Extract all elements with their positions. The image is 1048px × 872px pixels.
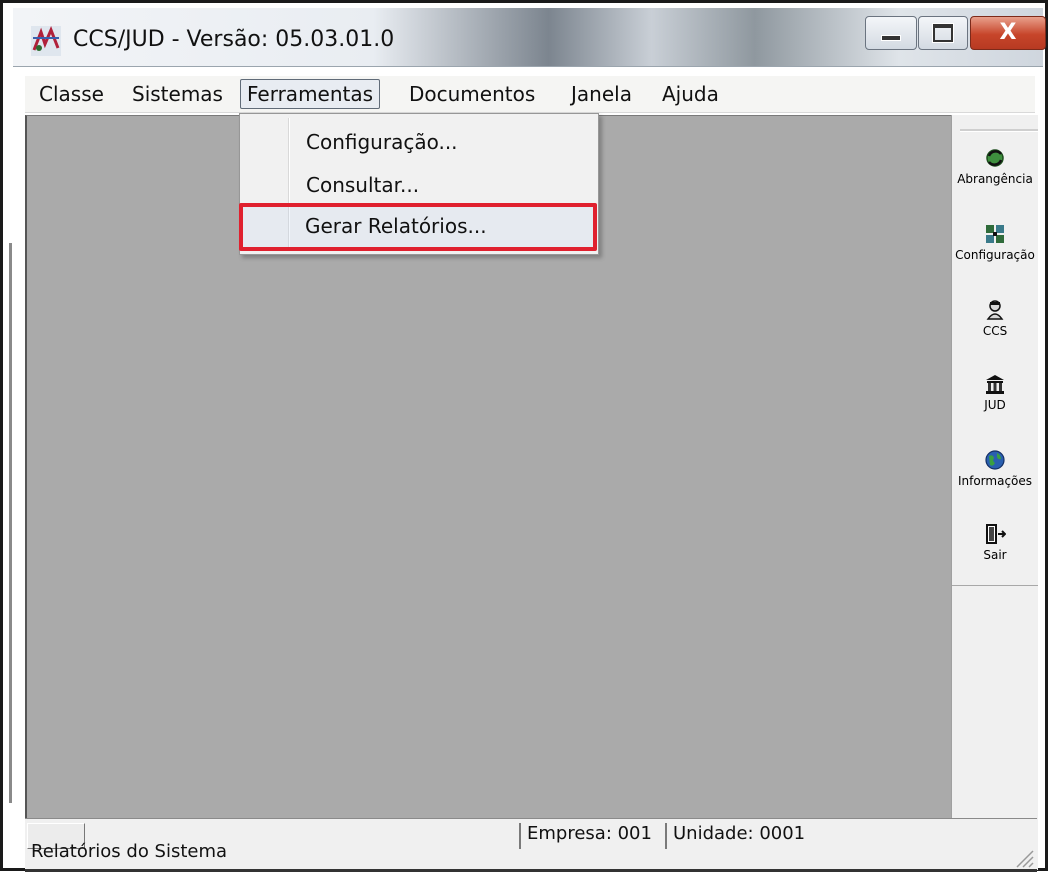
courthouse-icon	[986, 375, 1004, 394]
menu-ferramentas[interactable]: Ferramentas	[240, 79, 381, 109]
side-toolbar: Abrangência Configuração CCS JUD Informa…	[951, 115, 1038, 870]
window-title: CCS/JUD - Versão: 05.03.01.0	[73, 27, 395, 52]
resize-grip-icon[interactable]	[1015, 849, 1035, 869]
close-button[interactable]: X	[970, 16, 1046, 50]
maximize-icon	[933, 24, 953, 42]
toolbar-configuracao[interactable]: Configuração	[952, 223, 1038, 262]
toolbar-jud-label: JUD	[984, 398, 1006, 412]
exit-door-icon	[986, 524, 1006, 544]
toolbar-divider	[960, 129, 1038, 132]
toolbar-ccs[interactable]: CCS	[952, 299, 1038, 338]
menu-sistemas[interactable]: Sistemas	[132, 80, 223, 108]
left-border	[9, 243, 12, 803]
toolbar-abrangencia[interactable]: Abrangência	[952, 147, 1038, 186]
close-icon: X	[999, 20, 1017, 45]
menuitem-consultar[interactable]: Consultar...	[306, 173, 419, 197]
menuitem-configuracao[interactable]: Configuração...	[306, 130, 458, 154]
toolbar-sair-label: Sair	[983, 548, 1007, 562]
status-message: Relatórios do Sistema	[31, 841, 228, 862]
status-bar: Relatórios do Sistema Empresa: 001 Unida…	[25, 818, 1037, 871]
toolbar-ccs-label: CCS	[982, 324, 1008, 338]
menu-classe[interactable]: Classe	[39, 80, 104, 108]
title-bar[interactable]: CCS/JUD - Versão: 05.03.01.0 X	[13, 8, 1046, 67]
status-empresa: Empresa: 001	[519, 823, 652, 849]
app-icon	[31, 26, 61, 56]
menu-janela[interactable]: Janela	[571, 80, 632, 108]
menuitem-gerar-relatorios[interactable]: Gerar Relatórios...	[305, 214, 487, 238]
toolbar-informacoes[interactable]: Informações	[952, 449, 1038, 488]
status-unidade: Unidade: 0001	[665, 823, 805, 849]
menu-bar: Classe Sistemas Ferramentas Documentos J…	[25, 76, 1035, 113]
toolbar-sair[interactable]: Sair	[952, 523, 1038, 562]
menu-documentos[interactable]: Documentos	[409, 80, 535, 108]
toolbar-configuracao-label: Configuração	[955, 248, 1035, 262]
person-icon	[986, 300, 1004, 320]
maximize-button[interactable]	[918, 16, 968, 50]
refresh-globe-icon	[986, 149, 1004, 167]
toolbar-bottom-divider	[952, 585, 1038, 586]
toolbar-jud[interactable]: JUD	[952, 373, 1038, 412]
toolbar-abrangencia-label: Abrangência	[957, 172, 1033, 186]
minimize-button[interactable]	[865, 16, 917, 50]
globe-icon	[985, 450, 1005, 470]
toolbar-informacoes-label: Informações	[957, 474, 1033, 488]
menu-ajuda[interactable]: Ajuda	[662, 80, 719, 108]
menuitem-gerar-relatorios-highlight[interactable]: Gerar Relatórios...	[239, 203, 597, 251]
minimize-icon	[881, 35, 901, 41]
application-window: CCS/JUD - Versão: 05.03.01.0 X Classe Si…	[0, 0, 1048, 872]
grid-config-icon	[986, 225, 1004, 243]
